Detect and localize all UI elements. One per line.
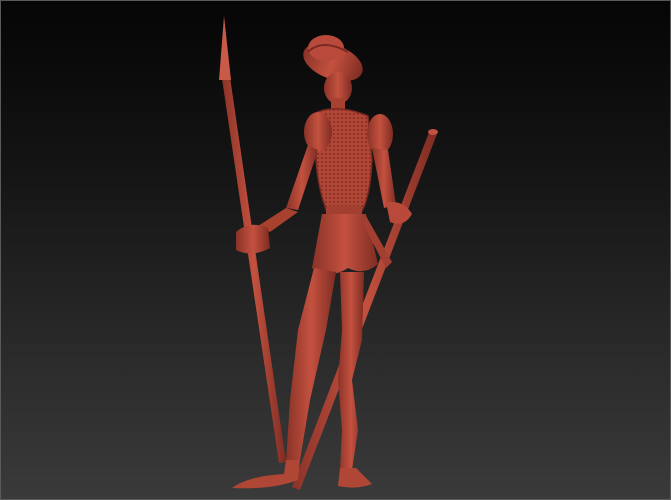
head [324,72,352,114]
sculpted-knight-figure[interactable] [0,0,671,500]
left-arm [236,112,332,254]
right-arm [367,114,412,224]
3d-viewport[interactable] [0,0,671,500]
